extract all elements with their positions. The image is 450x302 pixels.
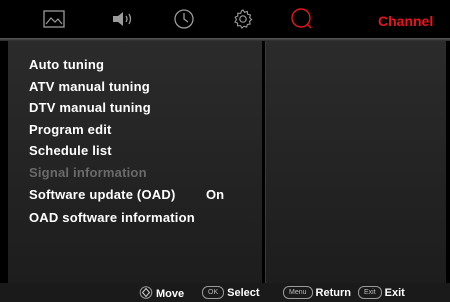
tab-bar: Channel: [0, 0, 450, 38]
search-icon[interactable]: [288, 6, 316, 32]
return-label: Return: [315, 286, 351, 299]
exit-hint: Exit Exit: [358, 286, 405, 299]
menu-item-schedule-list[interactable]: Schedule list: [29, 143, 112, 158]
speaker-icon[interactable]: [110, 6, 138, 32]
return-hint: Menu Return: [283, 286, 351, 299]
exit-key-icon: Exit: [358, 286, 382, 299]
software-update-value[interactable]: On: [206, 187, 224, 202]
menu-item-software-update[interactable]: Software update (OAD): [29, 187, 175, 202]
move-hint: Move: [139, 286, 184, 302]
menu-item-auto-tuning[interactable]: Auto tuning: [29, 57, 104, 72]
picture-icon[interactable]: [40, 6, 68, 32]
clock-icon[interactable]: [170, 6, 198, 32]
menu-item-atv-manual-tuning[interactable]: ATV manual tuning: [29, 79, 150, 94]
footer-hints: Move OK Select Menu Return Exit Exit: [0, 283, 450, 302]
menu-key-icon: Menu: [283, 286, 313, 299]
gear-icon[interactable]: [229, 6, 257, 32]
page-title: Channel: [378, 13, 434, 29]
move-label: Move: [156, 288, 185, 300]
menu-item-signal-information: Signal information: [29, 165, 147, 180]
ok-key-icon: OK: [202, 286, 225, 299]
info-panel: [265, 41, 446, 283]
menu-item-program-edit[interactable]: Program edit: [29, 122, 112, 137]
select-label: Select: [227, 286, 260, 299]
menu-panel: [8, 41, 262, 283]
menu-item-dtv-manual-tuning[interactable]: DTV manual tuning: [29, 100, 151, 115]
exit-label: Exit: [384, 286, 405, 299]
menu-item-oad-software-information[interactable]: OAD software information: [29, 210, 195, 225]
select-hint: OK Select: [202, 286, 260, 299]
dpad-icon: [139, 286, 153, 302]
